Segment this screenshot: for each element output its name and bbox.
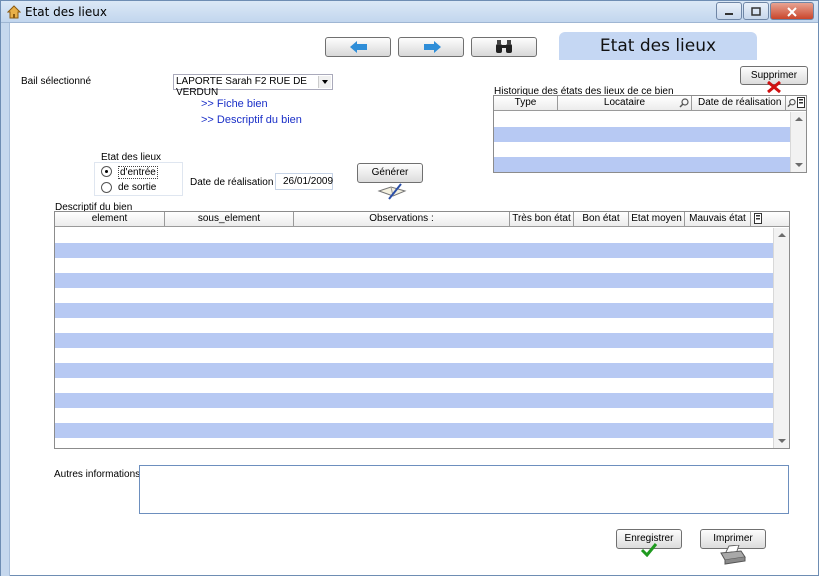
left-border [1,23,10,576]
scroll-up-icon[interactable] [778,233,786,237]
date-value: 26/01/2009 [283,176,334,187]
history-table: Type Locataire Date de réalisation [493,95,807,173]
table-row[interactable] [55,333,773,348]
autres-informations-field[interactable] [139,465,789,514]
printer-icon [720,545,746,565]
col-element[interactable]: element [55,212,165,226]
table-row[interactable] [55,228,773,243]
scroll-down-icon[interactable] [778,439,786,443]
history-scrollbar[interactable] [790,112,806,172]
history-row[interactable] [494,142,790,157]
search-icon[interactable] [679,98,689,108]
close-icon [787,7,797,17]
table-row[interactable] [55,243,773,258]
table-row[interactable] [55,303,773,318]
history-col-tools[interactable] [786,96,806,110]
table-row[interactable] [55,348,773,363]
table-row[interactable] [55,408,773,423]
table-row[interactable] [55,438,773,448]
radio-sortie[interactable] [101,182,112,193]
col-sous-element[interactable]: sous_element [165,212,294,226]
table-row[interactable] [55,273,773,288]
table-row[interactable] [55,393,773,408]
bail-value: LAPORTE Sarah F2 RUE DE VERDUN [176,76,307,98]
main-window: Etat des lieux Etat des lieux Bail sélec… [0,0,819,576]
window-title: Etat des lieux [25,5,107,19]
table-row[interactable] [55,318,773,333]
arrow-right-icon [424,41,441,53]
history-row[interactable] [494,127,790,142]
close-button[interactable] [770,2,814,20]
arrow-left-icon [350,41,367,53]
descriptif-scrollbar[interactable] [773,228,789,448]
fiche-bien-link[interactable]: >> Fiche bien [201,98,268,110]
maximize-button[interactable] [743,2,769,20]
maximize-icon [751,7,761,16]
col-observations[interactable]: Observations : [294,212,510,226]
minimize-button[interactable] [716,2,742,20]
bail-select[interactable]: LAPORTE Sarah F2 RUE DE VERDUN [173,74,333,98]
next-button[interactable] [398,37,464,57]
previous-button[interactable] [325,37,391,57]
date-field[interactable]: 26/01/2009 [275,173,333,190]
generer-button[interactable]: Générer [357,163,423,183]
table-row[interactable] [55,258,773,273]
radio-sortie-label[interactable]: de sortie [118,182,156,193]
radio-entree[interactable] [101,166,112,177]
search-icon[interactable] [787,98,796,108]
col-tools[interactable] [751,212,789,226]
table-row[interactable] [55,363,773,378]
autres-label: Autres informations [54,469,141,480]
scroll-down-icon[interactable] [795,163,803,167]
table-row[interactable] [55,288,773,303]
history-col-date-label: Date de réalisation [698,97,782,108]
checkmark-icon [640,543,658,557]
book-pen-icon [377,183,407,200]
history-row[interactable] [494,157,790,172]
page-title: Etat des lieux [559,32,757,60]
descriptif-table: element sous_element Observations : Très… [54,211,790,449]
binoculars-icon [496,40,512,53]
delete-icon [767,81,781,93]
history-col-locataire[interactable]: Locataire [558,96,692,110]
table-row[interactable] [55,378,773,393]
date-label: Date de réalisation [190,177,274,188]
col-bon-etat[interactable]: Bon état [574,212,629,226]
house-icon [7,5,21,19]
history-col-date[interactable]: Date de réalisation [692,96,786,110]
history-col-locataire-label: Locataire [603,97,646,108]
table-settings-icon[interactable] [754,213,762,224]
col-tres-bon-etat[interactable]: Très bon état [510,212,574,226]
search-button[interactable] [471,37,537,57]
table-row[interactable] [55,423,773,438]
title-bar[interactable]: Etat des lieux [1,1,818,23]
chevron-down-icon[interactable] [318,76,331,88]
history-col-type[interactable]: Type [494,96,558,110]
col-etat-moyen[interactable]: Etat moyen [629,212,685,226]
minimize-icon [725,13,733,15]
col-mauvais-etat[interactable]: Mauvais état [685,212,751,226]
generer-label: Générer [371,167,409,178]
imprimer-label: Imprimer [713,533,753,544]
radio-entree-label[interactable]: d'entrée [118,166,158,179]
supprimer-label: Supprimer [750,70,798,81]
table-settings-icon[interactable] [797,97,805,108]
history-row[interactable] [494,112,790,127]
bail-label: Bail sélectionné [21,76,92,87]
descriptif-bien-link[interactable]: >> Descriptif du bien [201,114,302,126]
scroll-up-icon[interactable] [795,117,803,121]
